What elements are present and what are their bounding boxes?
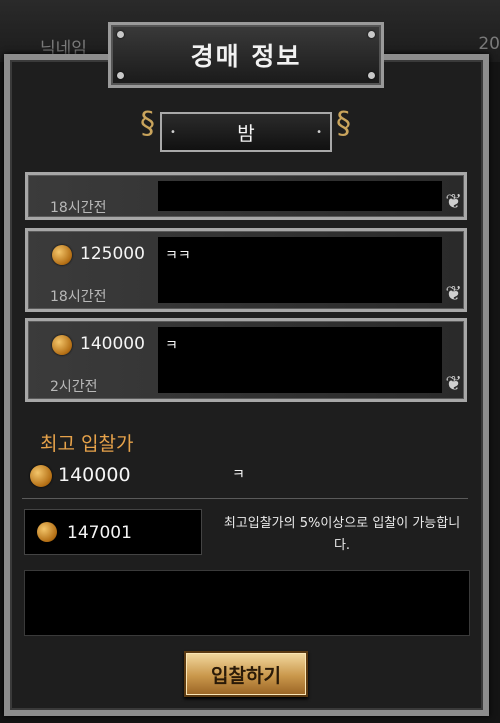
bid-amount: 125000 [80, 244, 145, 264]
bid-comment-box [158, 327, 442, 393]
bid-time-ago: 18시간전 [50, 200, 107, 216]
ornament-right-icon: § [336, 106, 351, 141]
highest-bid-comment: ㅋ [232, 467, 245, 483]
tick-left-icon: • [170, 127, 176, 138]
bid-comment-box [158, 237, 442, 303]
place-bid-label: 입찰하기 [211, 664, 281, 687]
bid-comment: ㅋㅋ [165, 248, 191, 264]
bid-comment-box [158, 181, 442, 211]
gold-coin-icon [52, 245, 72, 265]
time-filter-value: 밤 [237, 122, 255, 145]
bid-history-item: 140000 ㅋ 2시간전 ❦ [25, 318, 467, 402]
rivet-icon [368, 31, 375, 38]
bid-comment: ㅋ [165, 338, 178, 354]
corner-ornament-icon: ❦ [445, 281, 462, 305]
bid-time-ago: 2시간전 [50, 379, 98, 395]
bid-message-input[interactable] [24, 570, 470, 636]
background-count: 20 [478, 34, 500, 54]
bid-amount: 140000 [80, 334, 145, 354]
bid-history-item: 125000 ㅋㅋ 18시간전 ❦ [25, 228, 467, 312]
gold-coin-icon [37, 522, 57, 542]
divider [22, 498, 468, 499]
rivet-icon [117, 31, 124, 38]
corner-ornament-icon: ❦ [445, 189, 462, 213]
bid-history-item: 18시간전 ❦ [25, 172, 467, 220]
time-filter-select[interactable]: • 밤 • [160, 112, 332, 152]
rivet-icon [117, 72, 124, 79]
place-bid-button[interactable]: 입찰하기 [184, 651, 308, 697]
corner-ornament-icon: ❦ [445, 371, 462, 395]
dialog-title-plate: 경매 정보 [108, 22, 384, 88]
bid-amount-value: 147001 [67, 523, 132, 543]
bid-amount-input[interactable]: 147001 [24, 509, 202, 555]
rivet-icon [368, 72, 375, 79]
gold-coin-icon [30, 465, 52, 487]
gold-coin-icon [52, 335, 72, 355]
highest-bid-amount: 140000 [58, 464, 131, 486]
bid-time-ago: 18시간전 [50, 289, 107, 305]
ornament-left-icon: § [140, 106, 155, 141]
highest-bid-label: 최고 입찰가 [40, 433, 134, 455]
tick-right-icon: • [316, 127, 322, 138]
dialog-title: 경매 정보 [190, 42, 302, 71]
bid-rule-notice: 최고입찰가의 5%이상으로 입찰이 가능합니다. [223, 516, 461, 553]
